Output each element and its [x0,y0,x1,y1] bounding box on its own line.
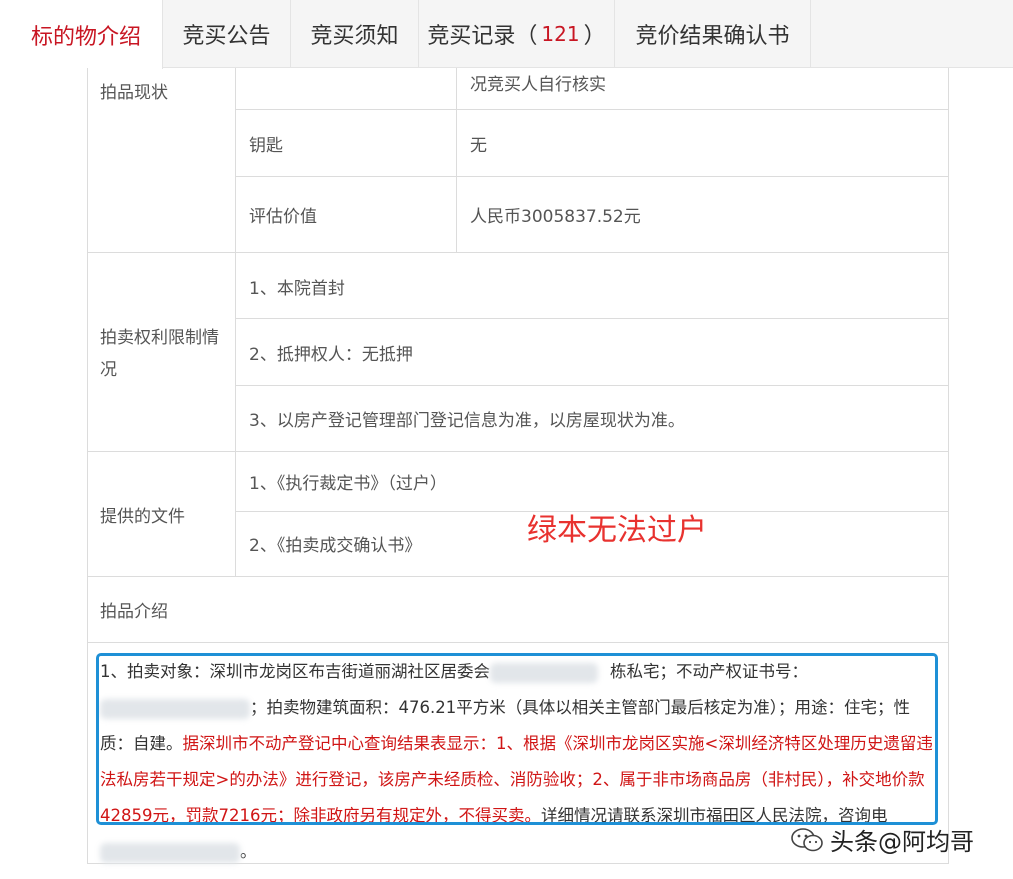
watermark-text: 头条@阿均哥 [830,828,974,856]
tab-bar: 标的物介绍 竞买公告 竞买须知 竞买记录（ 121） 竞价结果确认书 [10,0,1013,69]
key-value: 无 [470,135,487,156]
chat-bubble-icon [791,827,823,851]
redacted-block [100,842,240,863]
rights-item: 2、抵押权人：无抵押 [249,344,413,365]
tab-item-intro[interactable]: 标的物介绍 [10,0,163,69]
row-divider [235,176,949,177]
bid-count: 121 [541,22,580,46]
row-divider [87,451,949,452]
row-divider [87,642,949,643]
row-divider [235,385,949,386]
table-border-left [87,68,88,576]
row-divider [235,109,949,110]
tab-label-suffix: ） [583,24,606,49]
row-divider [235,318,949,319]
tab-notice[interactable]: 竞买须知 [291,0,419,68]
row-divider [87,252,949,253]
annotation-text: 绿本无法过户 [527,513,707,548]
tab-result-confirmation[interactable]: 竞价结果确认书 [615,0,811,68]
tab-label: 竞买记录（ [427,24,538,49]
appraisal-label: 评估价值 [249,206,317,227]
rights-item: 3、以房产登记管理部门登记信息为准，以房屋现状为准。 [249,410,685,431]
intro-text-part: 。 [240,842,257,861]
table-border-right [948,68,949,864]
intro-title: 拍品介绍 [100,602,168,622]
tab-label: 竞买须知 [310,24,399,49]
table-col-divider-2 [456,68,457,252]
row-divider [87,576,949,577]
item-status-label: 拍品现状 [100,82,168,103]
tab-label: 竞买公告 [182,24,271,49]
watermark: 头条@阿均哥 [790,822,974,857]
table-border-left-2 [87,576,88,864]
item-status-value: 况竞买人自行核实 [470,74,606,95]
key-label: 钥匙 [249,135,283,156]
tab-label: 竞价结果确认书 [635,24,790,49]
docs-item: 2、《拍卖成交确认书》 [249,535,422,556]
docs-item: 1、《执行裁定书》（过户） [249,473,447,494]
tab-announcement[interactable]: 竞买公告 [163,0,291,68]
highlight-box [96,653,938,825]
tab-bid-records[interactable]: 竞买记录（ 121） [419,0,615,68]
appraisal-value: 人民币3005837.52元 [470,206,641,227]
tab-label: 标的物介绍 [30,24,141,50]
rights-label: 拍卖权利限制情况 [100,328,219,380]
table-col-divider [235,68,236,576]
docs-label: 提供的文件 [100,506,185,527]
rights-item: 1、本院首封 [249,278,345,299]
